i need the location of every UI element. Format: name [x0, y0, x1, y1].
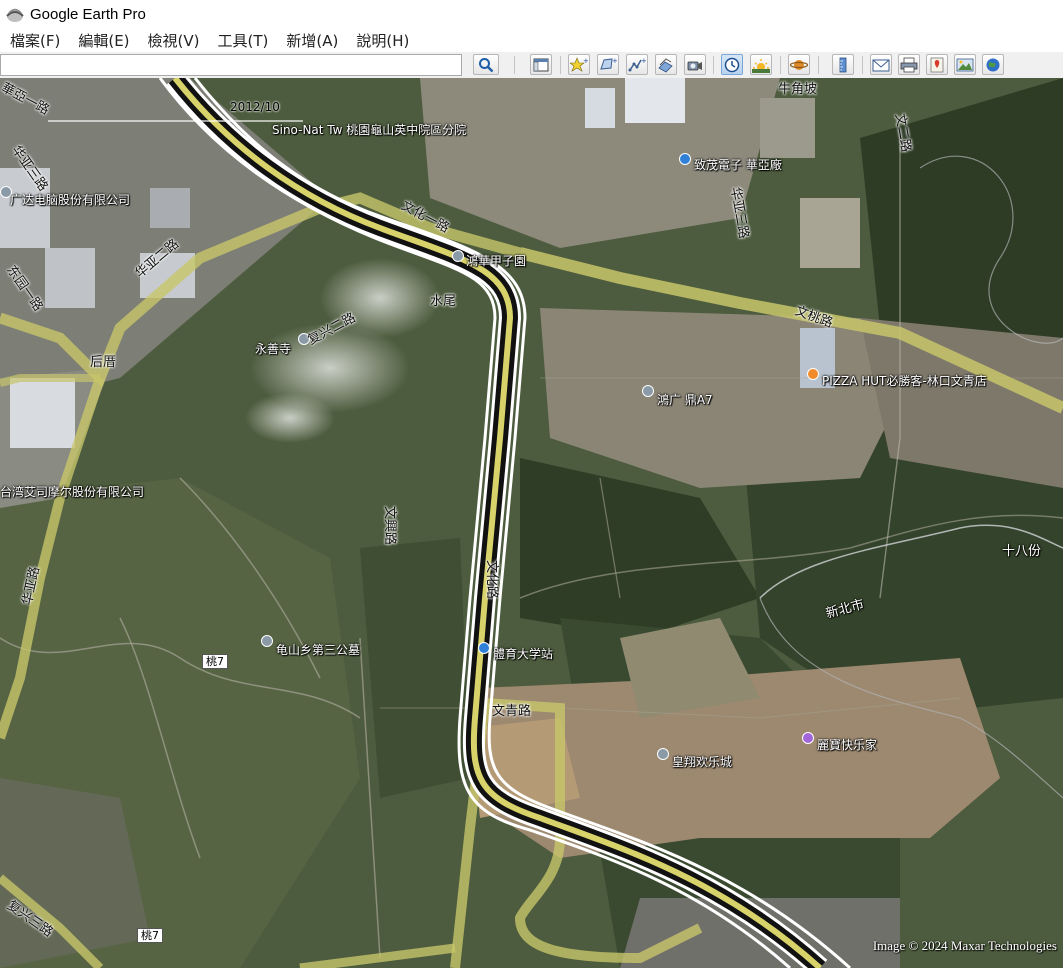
search-button[interactable] — [473, 54, 499, 75]
sidebar-toggle-icon — [533, 58, 549, 71]
toolbar-separator — [560, 56, 561, 74]
poi-label[interactable]: 龟山乡第三公墓 — [276, 641, 360, 658]
poi-grey-marker[interactable] — [657, 748, 669, 760]
road-label: 文青路 — [492, 704, 532, 719]
search-icon — [479, 57, 494, 72]
record-tour-button[interactable] — [684, 54, 706, 75]
poi-grey-marker[interactable] — [452, 250, 464, 262]
menu-file[interactable]: 檔案(F) — [0, 30, 68, 51]
print-button[interactable] — [898, 54, 920, 75]
historical-timeline-slider[interactable] — [48, 118, 303, 124]
save-image-icon — [956, 58, 974, 71]
poi-station-marker[interactable] — [478, 642, 490, 654]
placemark-icon: + — [570, 57, 588, 72]
earth-icon — [986, 58, 1000, 71]
svg-text:+: + — [641, 57, 646, 65]
area-label: 水尾 — [430, 294, 457, 309]
toolbar-separator — [713, 56, 714, 74]
poi-label[interactable]: 鴻广 鼎A7 — [657, 391, 713, 408]
route-shield: 桃7 — [202, 654, 228, 669]
timeline-date: 2012/10 — [230, 100, 280, 114]
view-in-google-maps-button[interactable] — [926, 54, 948, 75]
planets-icon — [790, 59, 808, 70]
road-label: 文興路 — [382, 505, 398, 546]
menu-tools[interactable]: 工具(T) — [208, 30, 277, 51]
window-title: Google Earth Pro — [30, 5, 146, 23]
poi-label[interactable]: 致茂電子 華亞廠 — [694, 156, 782, 173]
poi-grey-marker[interactable] — [261, 635, 273, 647]
poi-label[interactable]: 體育大学站 — [493, 645, 553, 662]
svg-text:+: + — [583, 57, 588, 65]
map-view[interactable]: 2012/10 Sino-Nat Tw 桃園龜山英中院區分院 致茂電子 華亞廠 … — [0, 78, 1063, 968]
poi-label[interactable]: Sino-Nat Tw 桃園龜山英中院區分院 — [272, 121, 466, 138]
poi-label[interactable]: 鴻華甲子園 — [466, 252, 526, 269]
toolbar-separator — [818, 56, 819, 74]
poi-blue-marker[interactable] — [679, 153, 691, 165]
email-button[interactable] — [870, 54, 892, 75]
save-image-button[interactable] — [954, 54, 976, 75]
svg-text:+: + — [612, 57, 617, 65]
menu-bar: 檔案(F) 編輯(E) 檢視(V) 工具(T) 新增(A) 說明(H) — [0, 28, 1063, 52]
poi-grey-marker[interactable] — [642, 385, 654, 397]
historical-imagery-button[interactable] — [721, 54, 743, 75]
maps-icon — [930, 57, 944, 72]
poi-label[interactable]: 台湾艾司摩尔股份有限公司 — [0, 483, 144, 500]
add-path-button[interactable]: + — [626, 54, 648, 75]
imagery-copyright: Image © 2024 Maxar Technologies — [872, 938, 1057, 953]
menu-edit[interactable]: 編輯(E) — [68, 30, 137, 51]
sun-icon — [752, 58, 770, 73]
add-placemark-button[interactable]: + — [568, 54, 590, 75]
search-input[interactable] — [0, 54, 462, 76]
toolbar-separator — [862, 56, 863, 74]
toolbar-separator — [780, 56, 781, 74]
menu-view[interactable]: 檢視(V) — [138, 30, 208, 51]
add-image-overlay-button[interactable] — [655, 54, 677, 75]
road-label: 文化路 — [484, 559, 500, 600]
road-label: 牛角坡 — [778, 82, 818, 97]
switch-planet-button[interactable] — [788, 54, 810, 75]
toolbar-separator — [514, 56, 515, 74]
satellite-imagery — [0, 78, 1063, 968]
sidebar-toggle-button[interactable] — [530, 54, 552, 75]
sunlight-button[interactable] — [750, 54, 772, 75]
area-label: 十八份 — [1002, 544, 1042, 559]
poi-label[interactable]: 永善寺 — [255, 340, 291, 357]
menu-help[interactable]: 說明(H) — [346, 30, 417, 51]
poi-label[interactable]: PIZZA HUT必勝客-林口文青店 — [822, 372, 987, 389]
poi-purple-marker[interactable] — [802, 732, 814, 744]
poi-label[interactable]: 广达电脑股份有限公司 — [10, 191, 130, 208]
area-label: 后厝 — [90, 355, 117, 370]
earth-gallery-button[interactable] — [982, 54, 1004, 75]
poi-label[interactable]: 麗寶快乐家 — [817, 736, 877, 753]
google-earth-app-icon — [6, 8, 24, 22]
overlay-icon — [658, 57, 673, 72]
timeline-track — [48, 120, 303, 122]
email-icon — [872, 59, 890, 71]
ruler-button[interactable] — [832, 54, 854, 75]
poi-label[interactable]: 皇翔欢乐城 — [672, 753, 732, 770]
tour-icon — [687, 61, 702, 70]
ruler-icon — [839, 57, 847, 72]
historical-imagery-icon — [724, 57, 740, 72]
path-icon: + — [628, 57, 646, 71]
toolbar: + + + — [0, 52, 1063, 79]
print-icon — [900, 57, 918, 72]
poi-orange-marker[interactable] — [807, 368, 819, 380]
add-polygon-button[interactable]: + — [597, 54, 619, 75]
route-shield: 桃7 — [137, 928, 163, 943]
google-earth-window: Google Earth Pro 檔案(F) 編輯(E) 檢視(V) 工具(T)… — [0, 0, 1063, 968]
polygon-icon: + — [600, 57, 617, 70]
title-bar: Google Earth Pro — [0, 0, 1063, 28]
menu-add[interactable]: 新增(A) — [276, 30, 346, 51]
